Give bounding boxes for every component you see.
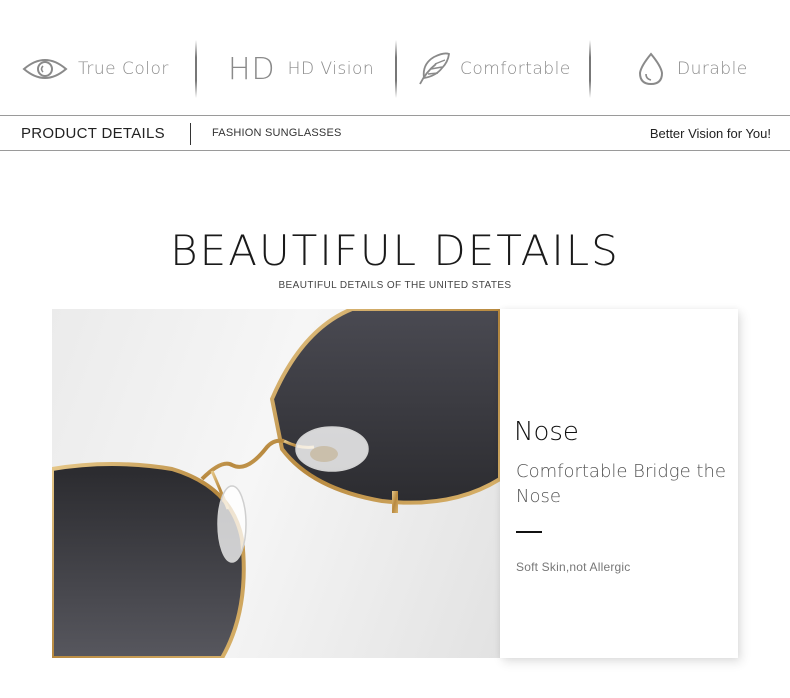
feather-icon [419,52,450,85]
hd-icon: HD [228,51,276,87]
feature-label-comfortable: Comfortable [460,59,571,79]
sunglasses-illustration [52,309,500,658]
nose-pad-left [217,485,247,563]
feature-comfortable: Comfortable [416,40,571,98]
feature-label-durable: Durable [677,59,748,79]
feature-true-color: True Color [22,40,169,98]
feature-strip: True Color HD HD Vision Comfortable Dura… [0,0,790,116]
feature-divider [395,40,397,98]
product-tagline: Better Vision for You! [649,126,771,141]
bar-separator [190,123,191,145]
detail-heading: Nose [514,417,579,447]
product-category: FASHION SUNGLASSES [212,127,342,139]
left-lens [52,462,246,658]
product-details-bar: PRODUCT DETAILS FASHION SUNGLASSES Bette… [0,115,790,151]
feature-hd-vision: HD HD Vision [228,40,374,98]
eye-icon [22,59,68,79]
feature-durable: Durable [637,40,748,98]
feature-label-true-color: True Color [78,59,169,79]
feature-label-hd-vision: HD Vision [287,59,375,79]
section-title: BEAUTIFUL DETAILS [170,226,620,275]
product-details-heading: PRODUCT DETAILS [21,125,165,142]
detail-divider [516,531,542,533]
sunglasses-closeup-image [52,309,500,658]
detail-card: Nose Comfortable Bridge the Nose Soft Sk… [500,309,738,658]
section-subtitle: BEAUTIFUL DETAILS OF THE UNITED STATES [278,280,512,291]
detail-description: Comfortable Bridge the Nose [516,461,726,507]
feature-divider [589,40,591,98]
detail-note: Soft Skin,not Allergic [516,560,631,574]
water-drop-icon [638,52,664,86]
right-lens [269,309,500,505]
feature-divider [195,40,197,98]
